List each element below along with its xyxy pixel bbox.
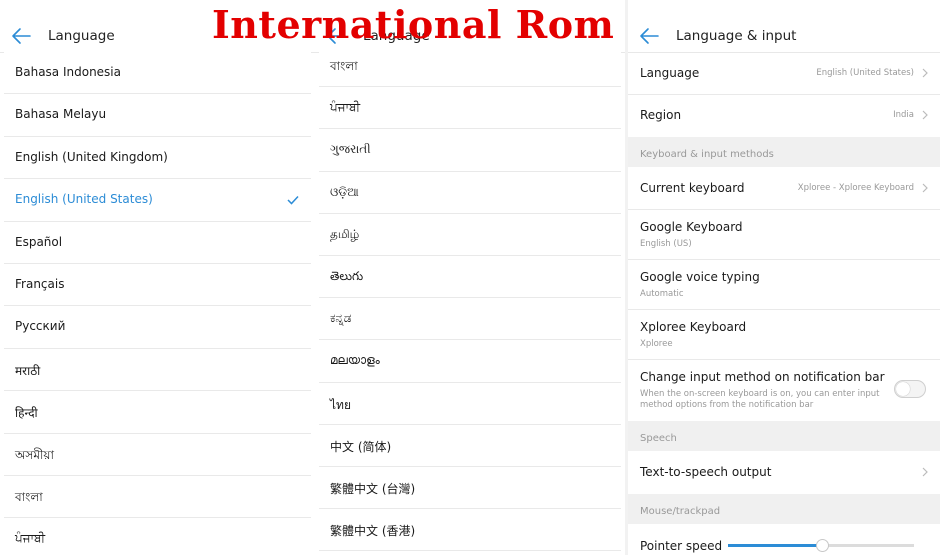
language-item[interactable]: हिन्दी (4, 391, 311, 434)
page-title: Language (48, 28, 115, 44)
language-item[interactable]: Bahasa Melayu (4, 94, 311, 137)
change-input-method-row[interactable]: Change input method on notification bar … (628, 360, 940, 420)
language-item-label: Español (15, 234, 63, 249)
language-item[interactable]: தமிழ் (319, 213, 621, 256)
language-value: English (United States) (816, 68, 914, 78)
language-item[interactable]: मराठी (4, 348, 311, 392)
language-item-label: ไทย (330, 397, 351, 412)
language-item-label: ਪੰਜਾਬੀ (330, 100, 361, 115)
language-item[interactable]: മലയാളം (319, 340, 621, 383)
language-item-label: 中文 (简体) (330, 439, 392, 454)
chevron-right-icon (922, 467, 928, 477)
change-input-desc-line2: method options from the notification bar (640, 400, 814, 410)
current-keyboard-row[interactable]: Current keyboard Xploree - Xploree Keybo… (628, 167, 940, 210)
chevron-right-icon (922, 183, 928, 193)
language-label: Language (640, 66, 700, 80)
language-item-label: 繁體中文 (香港) (330, 524, 416, 539)
language-item-label: বাংলা (15, 490, 43, 504)
back-arrow-icon[interactable] (10, 26, 32, 46)
language-item-label: অসমীয়া (15, 447, 54, 462)
language-item-label: English (United Kingdom) (15, 149, 168, 164)
language-item-label: ਪੰਜਾਬੀ (15, 531, 46, 546)
page-title: Language & input (676, 28, 797, 44)
pointer-speed-row: Pointer speed (628, 525, 940, 555)
language-item[interactable]: ಕನ್ನಡ (319, 298, 621, 341)
language-item[interactable]: বাংলা (4, 476, 311, 519)
back-arrow-icon[interactable] (638, 26, 660, 46)
chevron-right-icon (922, 110, 928, 120)
language-panel-middle: Language বাংলা ਪੰਜਾਬੀ ગુજરાતી ଓଡ଼ିଆ தமிழ் తెల… (315, 0, 625, 555)
region-label: Region (640, 108, 682, 122)
tts-label: Text-to-speech output (640, 465, 772, 479)
google-keyboard-row[interactable]: Google Keyboard English (US) (628, 210, 940, 260)
language-item[interactable]: ଓଡ଼ିଆ (319, 171, 621, 214)
chevron-right-icon (922, 68, 928, 78)
region-setting-row[interactable]: Region India (628, 95, 940, 136)
language-item[interactable]: Русский (4, 306, 311, 349)
language-item[interactable]: English (United States) (4, 179, 311, 222)
language-item-label: Bahasa Indonesia (15, 65, 121, 79)
language-item[interactable]: 繁體中文 (台灣) (319, 467, 621, 510)
slider-fill (728, 544, 821, 547)
xploree-label: Xploree Keyboard (640, 320, 747, 334)
language-item-label: 繁體中文 (台灣) (330, 482, 416, 496)
language-item-label: Русский (15, 319, 66, 334)
section-header-keyboard: Keyboard & input methods (628, 137, 940, 167)
google-keyboard-label: Google Keyboard (640, 220, 743, 234)
language-item-label: தமிழ் (330, 226, 360, 241)
language-item[interactable]: Bahasa Indonesia (4, 52, 311, 95)
text-to-speech-row[interactable]: Text-to-speech output (628, 451, 940, 493)
language-item[interactable]: ไทย (319, 382, 621, 425)
language-item[interactable]: অসমীয়া (4, 433, 311, 476)
check-icon (287, 196, 299, 205)
current-keyboard-value: Xploree - Xploree Keyboard (797, 183, 914, 193)
language-item[interactable]: 中文 (简体) (319, 424, 621, 467)
change-input-label: Change input method on notification bar (640, 370, 885, 384)
language-item[interactable]: 繁體中文 (香港) (319, 509, 621, 552)
xploree-keyboard-row[interactable]: Xploree Keyboard Xploree (628, 310, 940, 360)
language-item[interactable]: ਪੰਜਾਬੀ (4, 518, 311, 555)
language-panel-left: Language Bahasa Indonesia Bahasa Melayu En… (0, 0, 315, 555)
section-header-speech: Speech (628, 421, 940, 451)
section-label: Speech (640, 433, 677, 444)
language-setting-row[interactable]: Language English (United States) (628, 53, 940, 95)
language-item[interactable]: বাংলা (319, 45, 621, 88)
change-input-desc-line1: When the on-screen keyboard is on, you c… (640, 389, 880, 399)
change-input-toggle[interactable] (894, 380, 926, 398)
language-item[interactable]: English (United Kingdom) (4, 136, 311, 180)
xploree-subtitle: Xploree (640, 339, 673, 349)
slider-thumb[interactable] (816, 539, 829, 552)
google-voice-subtitle: Automatic (640, 289, 684, 299)
language-item[interactable]: ਪੰਜਾਬੀ (319, 87, 621, 130)
toggle-knob (896, 382, 910, 396)
language-input-panel: Language & input Language English (Unite… (628, 0, 940, 555)
section-label: Keyboard & input methods (640, 149, 774, 160)
language-item-label: ଓଡ଼ିଆ (330, 184, 359, 199)
current-keyboard-label: Current keyboard (640, 181, 745, 195)
language-item-label: বাংলা (330, 59, 358, 73)
watermark-title: International Rom (212, 2, 615, 47)
language-item-label: Français (15, 277, 65, 291)
language-item-label: English (United States) (15, 192, 153, 207)
section-label: Mouse/trackpad (640, 506, 721, 517)
language-item[interactable]: ગુજરાતી (319, 129, 621, 172)
google-keyboard-subtitle: English (US) (640, 239, 692, 249)
language-item-label: मराठी (15, 363, 41, 378)
language-item-label: ગુજરાતી (330, 142, 371, 157)
language-item[interactable]: Français (4, 264, 311, 307)
section-header-mouse: Mouse/trackpad (628, 494, 940, 524)
language-item-label: Bahasa Melayu (15, 107, 107, 122)
language-item[interactable]: Español (4, 221, 311, 264)
google-voice-label: Google voice typing (640, 270, 760, 284)
language-item-label: ಕನ್ನಡ (330, 311, 352, 326)
pointer-speed-slider[interactable] (728, 539, 914, 552)
language-item-label: മലയാളം (330, 353, 380, 368)
google-voice-typing-row[interactable]: Google voice typing Automatic (628, 260, 940, 310)
region-value: India (893, 110, 914, 120)
language-item[interactable]: తెలుగు (319, 256, 621, 299)
pointer-speed-label: Pointer speed (640, 539, 723, 553)
language-item-label: తెలుగు (330, 269, 364, 283)
language-item-label: हिन्दी (15, 406, 38, 421)
panel3-header: Language & input (628, 0, 940, 53)
